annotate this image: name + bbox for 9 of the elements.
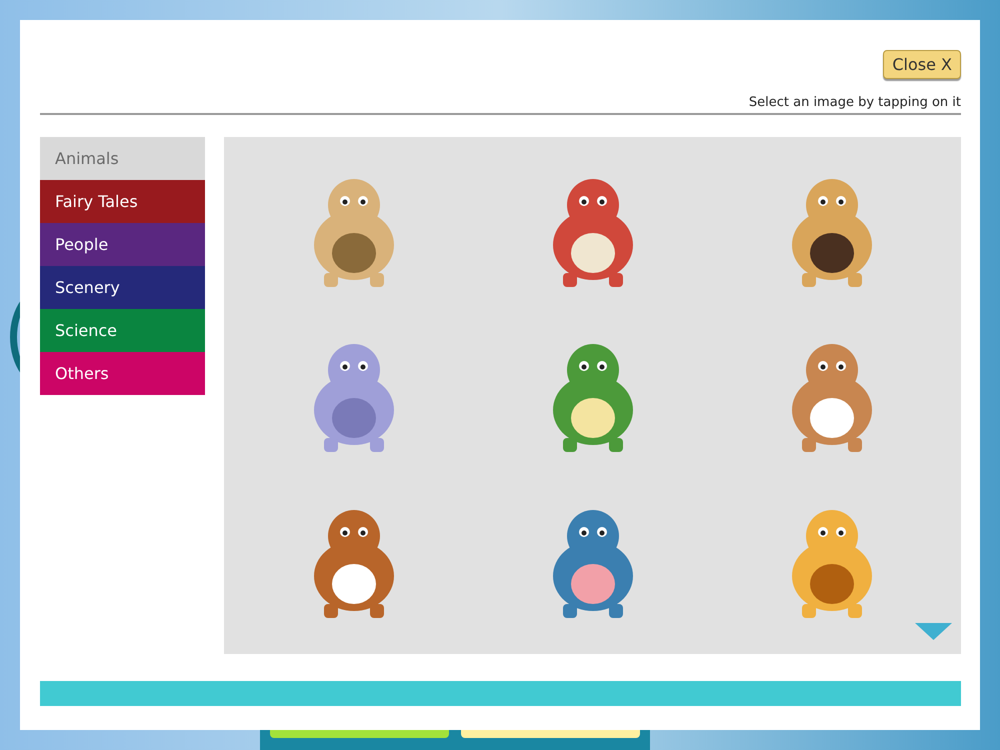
category-tab[interactable]: Others <box>40 352 205 395</box>
category-tab[interactable]: Science <box>40 309 205 352</box>
close-button[interactable]: Close X <box>883 50 961 79</box>
category-tab[interactable]: Scenery <box>40 266 205 309</box>
scroll-down-icon[interactable] <box>915 623 952 640</box>
category-tab[interactable]: Fairy Tales <box>40 180 205 223</box>
category-tab[interactable]: Animals <box>40 137 205 180</box>
category-tab[interactable]: People <box>40 223 205 266</box>
instruction-text: Select an image by tapping on it <box>40 95 961 115</box>
